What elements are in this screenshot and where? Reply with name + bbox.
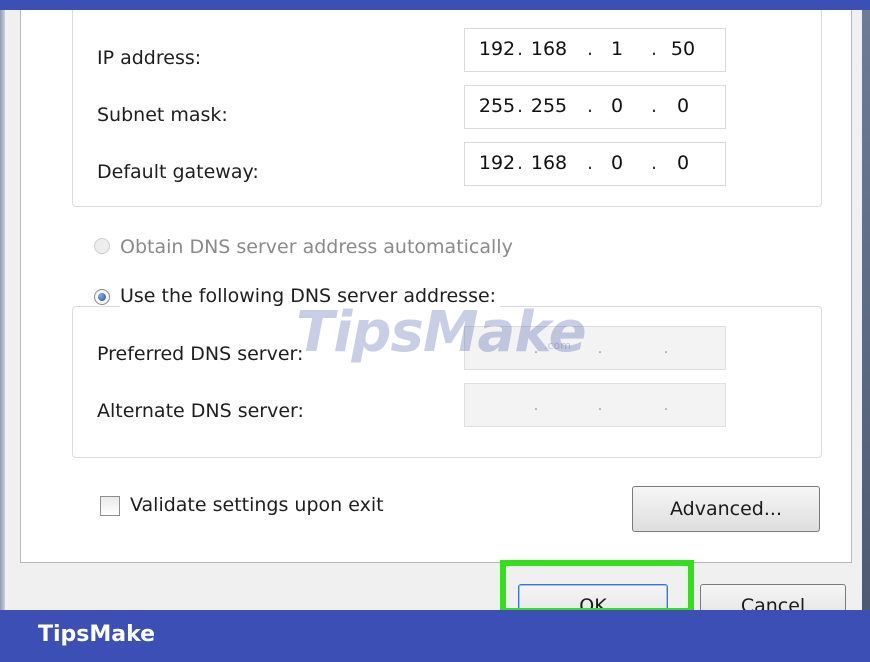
default-gateway-field[interactable]: 192 . 168 . 0 . 0 <box>464 142 726 186</box>
subnet-octet-4[interactable]: 0 <box>661 95 705 117</box>
ip-octet-1[interactable]: 192 <box>475 38 519 60</box>
subnet-octet-1[interactable]: 255 <box>475 95 519 117</box>
subnet-mask-label: Subnet mask: <box>97 104 228 126</box>
subnet-octet-2[interactable]: 255 <box>527 95 571 117</box>
ip-octet-2[interactable]: 168 <box>527 38 571 60</box>
preferred-dns-label: Preferred DNS server: <box>97 343 304 365</box>
dialog-left-edge <box>0 10 5 610</box>
octet-separator: . <box>586 38 594 60</box>
validate-label[interactable]: Validate settings upon exit <box>130 494 384 516</box>
octet-separator: . <box>597 398 603 414</box>
ok-highlight-frame <box>500 560 694 614</box>
octet-separator: . <box>597 341 603 357</box>
window-right-edge <box>862 10 870 610</box>
alternate-dns-label: Alternate DNS server: <box>97 400 304 422</box>
octet-separator: . <box>663 398 669 414</box>
dns-auto-label[interactable]: Obtain DNS server address automatically <box>120 236 513 258</box>
gateway-octet-4[interactable]: 0 <box>661 152 705 174</box>
dns-auto-radio[interactable] <box>94 238 110 254</box>
ip-octet-3[interactable]: 1 <box>595 38 639 60</box>
ip-address-label: IP address: <box>97 47 202 69</box>
footer-bar: TipsMake <box>0 610 870 662</box>
octet-separator: . <box>516 152 524 174</box>
gateway-octet-2[interactable]: 168 <box>527 152 571 174</box>
octet-separator: . <box>650 38 658 60</box>
octet-separator: . <box>650 95 658 117</box>
octet-separator: . <box>516 95 524 117</box>
octet-separator: . <box>586 95 594 117</box>
default-gateway-label: Default gateway: <box>97 161 259 183</box>
alternate-dns-field[interactable]: . . . <box>464 383 726 427</box>
top-bar <box>0 0 870 10</box>
ip-address-field[interactable]: 192 . 168 . 1 . 50 <box>464 28 726 72</box>
watermark-suffix: .com <box>544 339 571 352</box>
octet-separator: . <box>586 152 594 174</box>
gateway-octet-1[interactable]: 192 <box>475 152 519 174</box>
octet-separator: . <box>533 398 539 414</box>
subnet-mask-field[interactable]: 255 . 255 . 0 . 0 <box>464 85 726 129</box>
footer-brand: TipsMake <box>38 622 156 647</box>
octet-separator: . <box>650 152 658 174</box>
watermark-logo: TipsMake <box>296 300 587 365</box>
validate-checkbox[interactable] <box>100 496 120 516</box>
octet-separator: . <box>663 341 669 357</box>
ip-octet-4[interactable]: 50 <box>661 38 705 60</box>
gateway-octet-3[interactable]: 0 <box>595 152 639 174</box>
dns-manual-radio[interactable] <box>94 289 110 305</box>
advanced-button[interactable]: Advanced... <box>632 486 820 532</box>
subnet-octet-3[interactable]: 0 <box>595 95 639 117</box>
octet-separator: . <box>516 38 524 60</box>
